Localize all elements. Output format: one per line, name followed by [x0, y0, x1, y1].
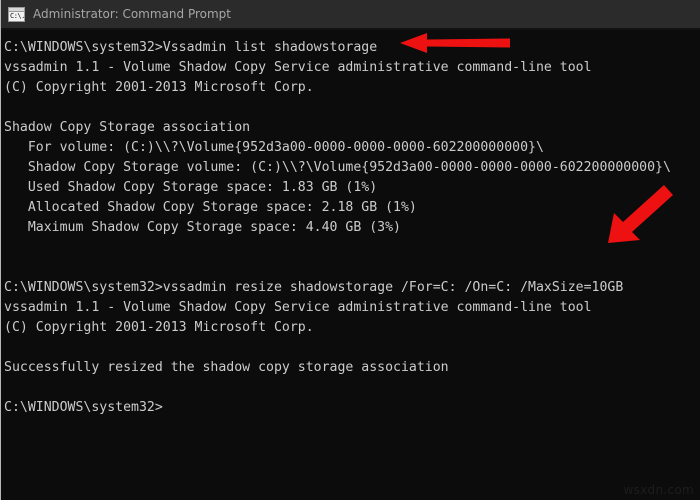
- console-prompt-line: C:\WINDOWS\system32>: [4, 400, 163, 415]
- window-title: Administrator: Command Prompt: [33, 7, 231, 21]
- command-prompt-icon: C:\.: [8, 6, 25, 22]
- command-prompt-window: C:\. Administrator: Command Prompt C:\WI…: [0, 0, 700, 500]
- console-line: (C) Copyright 2001-2013 Microsoft Corp.: [4, 80, 314, 95]
- console-line: For volume: (C:)\\?\Volume{952d3a00-0000…: [4, 140, 544, 155]
- console-line: Shadow Copy Storage association: [4, 120, 251, 135]
- console-line: Maximum Shadow Copy Storage space: 4.40 …: [4, 220, 401, 235]
- console-line: Allocated Shadow Copy Storage space: 2.1…: [4, 200, 417, 215]
- window-titlebar[interactable]: C:\. Administrator: Command Prompt: [1, 0, 700, 28]
- console-output-area[interactable]: C:\WINDOWS\system32>Vssadmin list shadow…: [1, 30, 700, 500]
- console-line: C:\WINDOWS\system32>vssadmin resize shad…: [4, 280, 624, 295]
- watermark-text: wsxdn.com: [623, 483, 694, 497]
- console-line: (C) Copyright 2001-2013 Microsoft Corp.: [4, 320, 314, 335]
- console-line: Shadow Copy Storage volume: (C:)\\?\Volu…: [4, 160, 671, 175]
- console-line: Successfully resized the shadow copy sto…: [4, 360, 449, 375]
- console-line: vssadmin 1.1 - Volume Shadow Copy Servic…: [4, 60, 592, 75]
- console-line: C:\WINDOWS\system32>Vssadmin list shadow…: [4, 40, 378, 55]
- console-line: vssadmin 1.1 - Volume Shadow Copy Servic…: [4, 300, 592, 315]
- icon-prompt-glyph: C:\.: [10, 11, 25, 20]
- console-line: Used Shadow Copy Storage space: 1.83 GB …: [4, 180, 378, 195]
